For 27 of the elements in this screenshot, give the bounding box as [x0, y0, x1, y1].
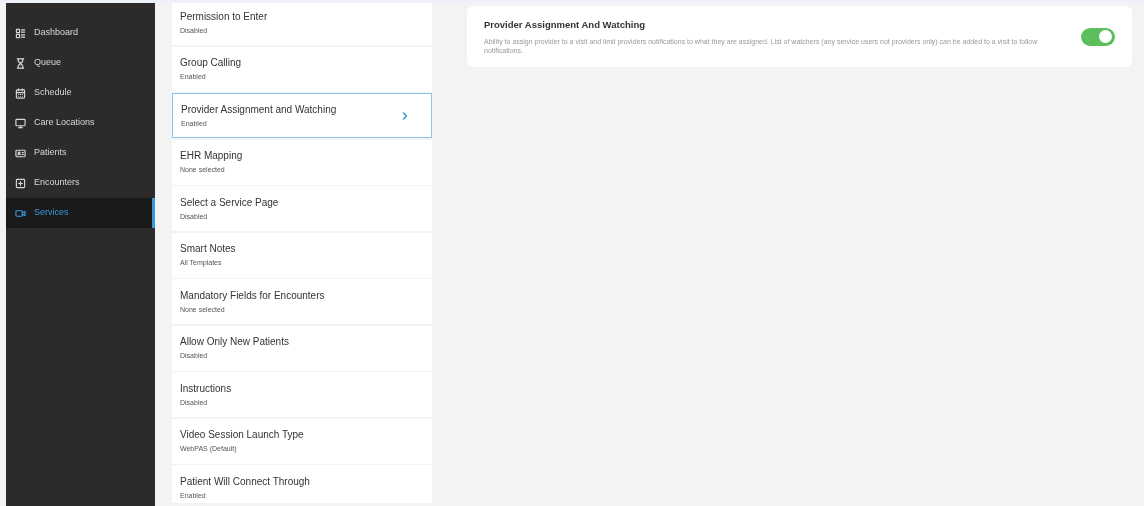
video-icon — [15, 207, 26, 219]
hourglass-icon — [15, 57, 26, 69]
list-icon — [15, 27, 26, 39]
sidebar-item[interactable]: Queue — [6, 48, 155, 78]
plus-square-icon — [15, 177, 26, 189]
detail-title: Provider Assignment And Watching — [484, 18, 646, 32]
sidebar-item[interactable]: Encounters — [6, 168, 155, 198]
setting-title: Provider Assignment and Watching — [181, 102, 337, 117]
setting-title: Permission to Enter — [180, 9, 268, 24]
sidebar-item[interactable]: Dashboard — [6, 18, 155, 48]
setting-title: EHR Mapping — [180, 149, 243, 164]
setting-title: Instructions — [180, 381, 232, 396]
sidebar-item[interactable]: Care Locations — [6, 108, 155, 138]
setting-title: Video Session Launch Type — [180, 428, 304, 443]
calendar-icon — [15, 87, 26, 99]
setting-title: Select a Service Page — [180, 195, 279, 210]
setting-title: Group Calling — [180, 56, 242, 71]
sidebar-item[interactable]: Patients — [6, 138, 155, 168]
setting-title: Allow Only New Patients — [180, 335, 289, 350]
setting-title: Mandatory Fields for Encounters — [180, 288, 325, 303]
sidebar-item[interactable]: Schedule — [6, 78, 155, 108]
monitor-icon — [15, 117, 26, 129]
toggle-switch[interactable] — [1081, 27, 1115, 46]
sidebar-item[interactable]: Services — [6, 198, 155, 228]
setting-title: Smart Notes — [180, 242, 236, 257]
setting-title: Patient Will Connect Through — [180, 474, 310, 489]
id-card-icon — [15, 147, 26, 159]
